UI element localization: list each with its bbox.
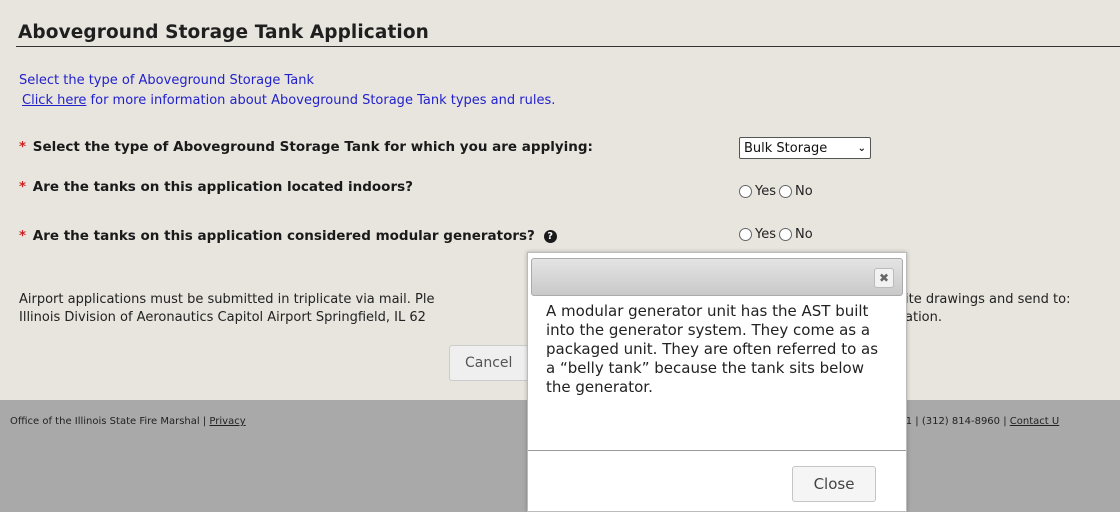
required-marker: * <box>19 179 27 195</box>
footer-org: Office of the Illinois State Fire Marsha… <box>10 416 200 427</box>
question-modular-generators-label: Are the tanks on this application consid… <box>32 228 535 244</box>
modular-yes-label: Yes <box>755 227 776 242</box>
title-divider <box>16 46 1120 47</box>
footer-left: Office of the Illinois State Fire Marsha… <box>10 416 246 427</box>
question-indoors-label: Are the tanks on this application locate… <box>32 179 413 195</box>
indoors-radio-group: Yes No <box>739 184 813 199</box>
tank-type-select[interactable]: Bulk Storage ⌄ <box>739 137 871 159</box>
question-indoors: * Are the tanks on this application loca… <box>19 179 413 195</box>
modular-no-label: No <box>795 227 813 242</box>
indoors-no-label: No <box>795 184 813 199</box>
required-marker: * <box>19 228 27 244</box>
privacy-link[interactable]: Privacy <box>209 416 245 427</box>
airport-notice-line1-end: ite drawings and send to: <box>905 292 1071 307</box>
indoors-yes-radio[interactable] <box>739 185 752 198</box>
question-tank-type-label: Select the type of Aboveground Storage T… <box>32 139 593 155</box>
question-modular-generators: * Are the tanks on this application cons… <box>19 228 557 244</box>
required-marker: * <box>19 139 27 155</box>
page-title: Aboveground Storage Tank Application <box>18 22 429 43</box>
footer-separator: | <box>199 416 210 427</box>
intro-info-line: Click here for more information about Ab… <box>22 93 555 108</box>
dialog-divider <box>528 450 906 451</box>
modular-radio-group: Yes No <box>739 227 813 242</box>
airport-notice-continued: ite drawings and send to: ation. <box>905 291 1070 327</box>
footer-phone: 561 | (312) 814-8960 | <box>893 416 1010 427</box>
question-circle-icon[interactable]: ? <box>543 230 557 243</box>
close-icon[interactable]: ✖ <box>874 268 894 288</box>
airport-notice-line2: Illinois Division of Aeronautics Capitol… <box>19 310 426 325</box>
dialog-close-button[interactable]: Close <box>792 466 876 502</box>
modular-generator-dialog: ✖ A modular generator unit has the AST b… <box>527 252 907 512</box>
dialog-titlebar[interactable]: ✖ <box>531 258 903 296</box>
modular-no-radio[interactable] <box>779 228 792 241</box>
contact-link[interactable]: Contact U <box>1010 416 1059 427</box>
cancel-button[interactable]: Cancel <box>449 345 539 381</box>
tank-type-selected-value: Bulk Storage <box>744 140 828 156</box>
intro-info-text: for more information about Aboveground S… <box>86 93 556 108</box>
modular-yes-radio[interactable] <box>739 228 752 241</box>
airport-notice-line2-end: ation. <box>905 310 943 325</box>
airport-notice-line1: Airport applications must be submitted i… <box>19 292 435 307</box>
question-tank-type: * Select the type of Aboveground Storage… <box>19 139 593 155</box>
indoors-no-radio[interactable] <box>779 185 792 198</box>
chevron-down-icon: ⌄ <box>857 142 866 154</box>
airport-notice: Airport applications must be submitted i… <box>19 291 434 327</box>
click-here-link[interactable]: Click here <box>22 93 86 108</box>
indoors-yes-label: Yes <box>755 184 776 199</box>
intro-text: Select the type of Aboveground Storage T… <box>19 73 314 88</box>
footer-right: 561 | (312) 814-8960 | Contact U <box>893 416 1059 427</box>
dialog-message: A modular generator unit has the AST bui… <box>546 302 879 396</box>
